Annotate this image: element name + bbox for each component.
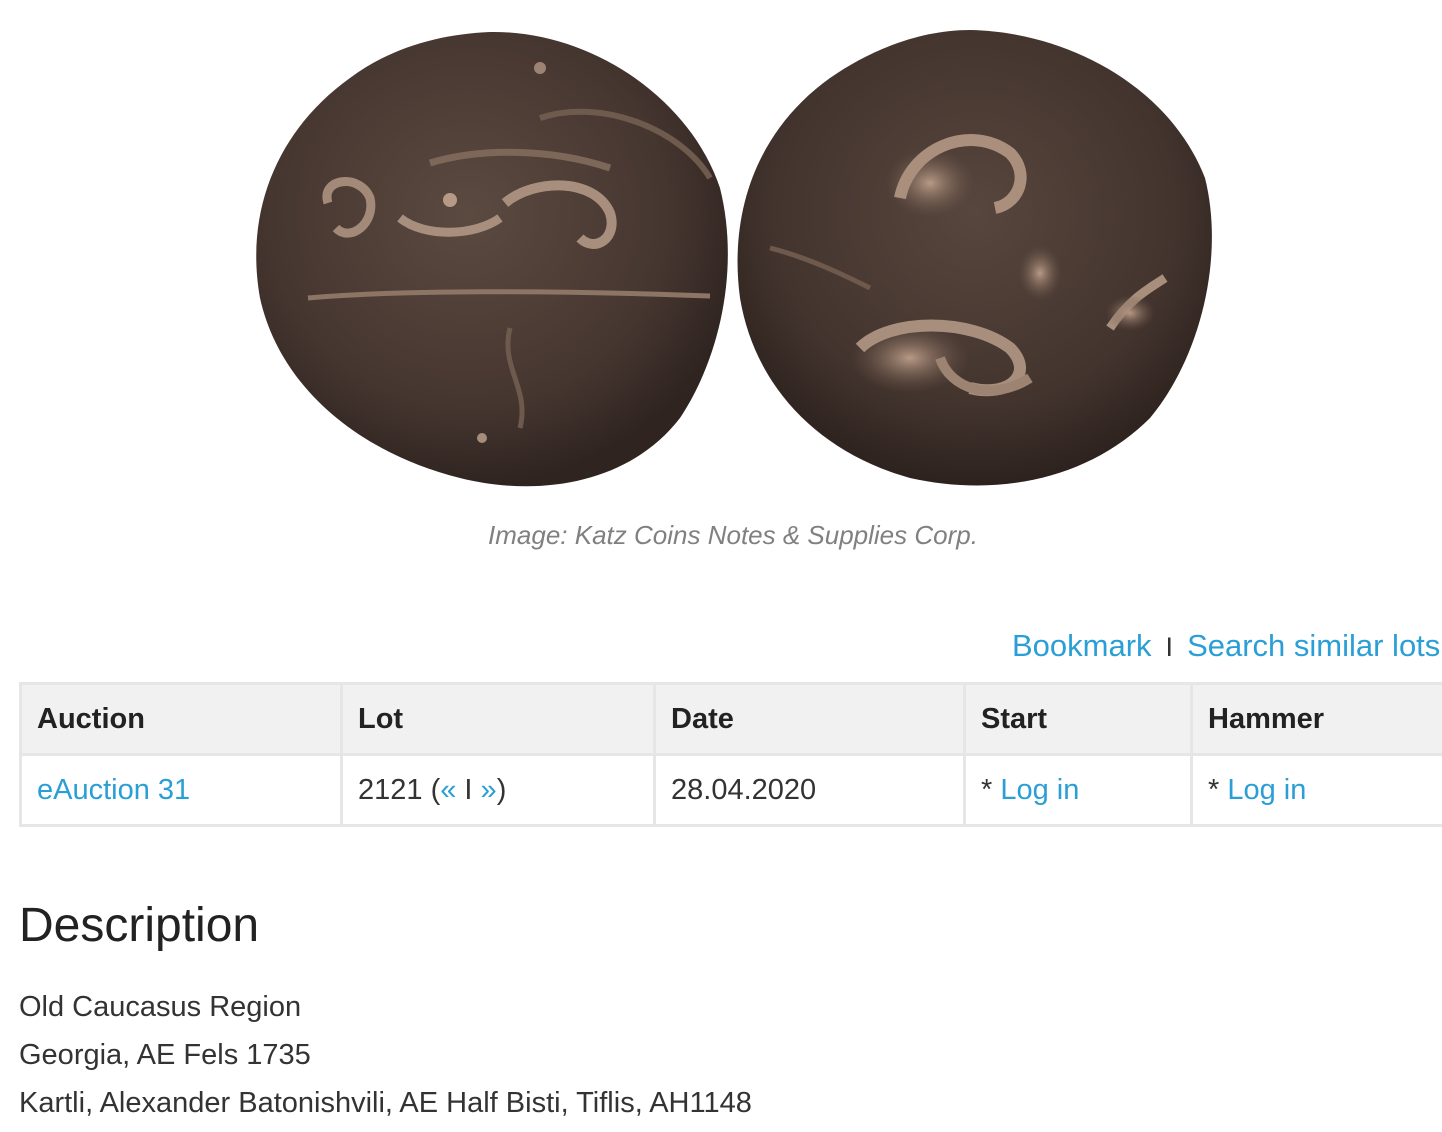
header-lot: Lot — [340, 682, 656, 756]
cell-hammer: * Log in — [1190, 753, 1442, 827]
start-asterisk: * — [981, 773, 1001, 806]
header-start: Start — [963, 682, 1193, 756]
auction-link[interactable]: eAuction 31 — [37, 774, 190, 806]
lot-actions: Bookmark I Search similar lots — [1012, 628, 1440, 664]
description-line: Old Caucasus Region — [19, 991, 302, 1023]
table-header-row: Auction Lot Date Start Hammer — [19, 682, 1442, 756]
hammer-asterisk: * — [1208, 773, 1228, 806]
bookmark-link[interactable]: Bookmark — [1012, 628, 1152, 663]
header-date: Date — [653, 682, 966, 756]
coin-obverse — [256, 31, 728, 487]
coin-reverse — [737, 30, 1212, 486]
search-similar-lots-link[interactable]: Search similar lots — [1187, 628, 1440, 663]
description-line: Georgia, AE Fels 1735 — [19, 1039, 311, 1071]
previous-lot-link[interactable]: « — [440, 774, 456, 806]
next-lot-link[interactable]: » — [481, 774, 497, 806]
lot-table: Auction Lot Date Start Hammer eAuction 3… — [19, 682, 1442, 827]
cell-date: 28.04.2020 — [653, 753, 966, 827]
coin-photo — [256, 30, 1212, 487]
description-body: Old Caucasus Region Georgia, AE Fels 173… — [19, 983, 752, 1127]
start-login-link[interactable]: Log in — [1000, 774, 1079, 806]
image-caption: Image: Katz Coins Notes & Supplies Corp. — [488, 520, 978, 550]
description-heading: Description — [19, 899, 260, 952]
lot-number: 2121 ( — [358, 773, 441, 806]
hammer-login-link[interactable]: Log in — [1227, 774, 1306, 806]
table-row: eAuction 31 2121 (« I ») 28.04.2020 * Lo… — [19, 753, 1442, 827]
cell-lot: 2121 (« I ») — [340, 753, 656, 827]
header-hammer: Hammer — [1190, 682, 1442, 756]
cell-start: * Log in — [963, 753, 1193, 827]
description-line: Kartli, Alexander Batonishvili, AE Half … — [19, 1087, 752, 1119]
cell-auction: eAuction 31 — [19, 753, 343, 827]
lot-close-paren: ) — [496, 773, 507, 806]
lot-nav-separator: I — [456, 773, 481, 806]
actions-separator: I — [1165, 632, 1174, 662]
header-auction: Auction — [19, 682, 343, 756]
